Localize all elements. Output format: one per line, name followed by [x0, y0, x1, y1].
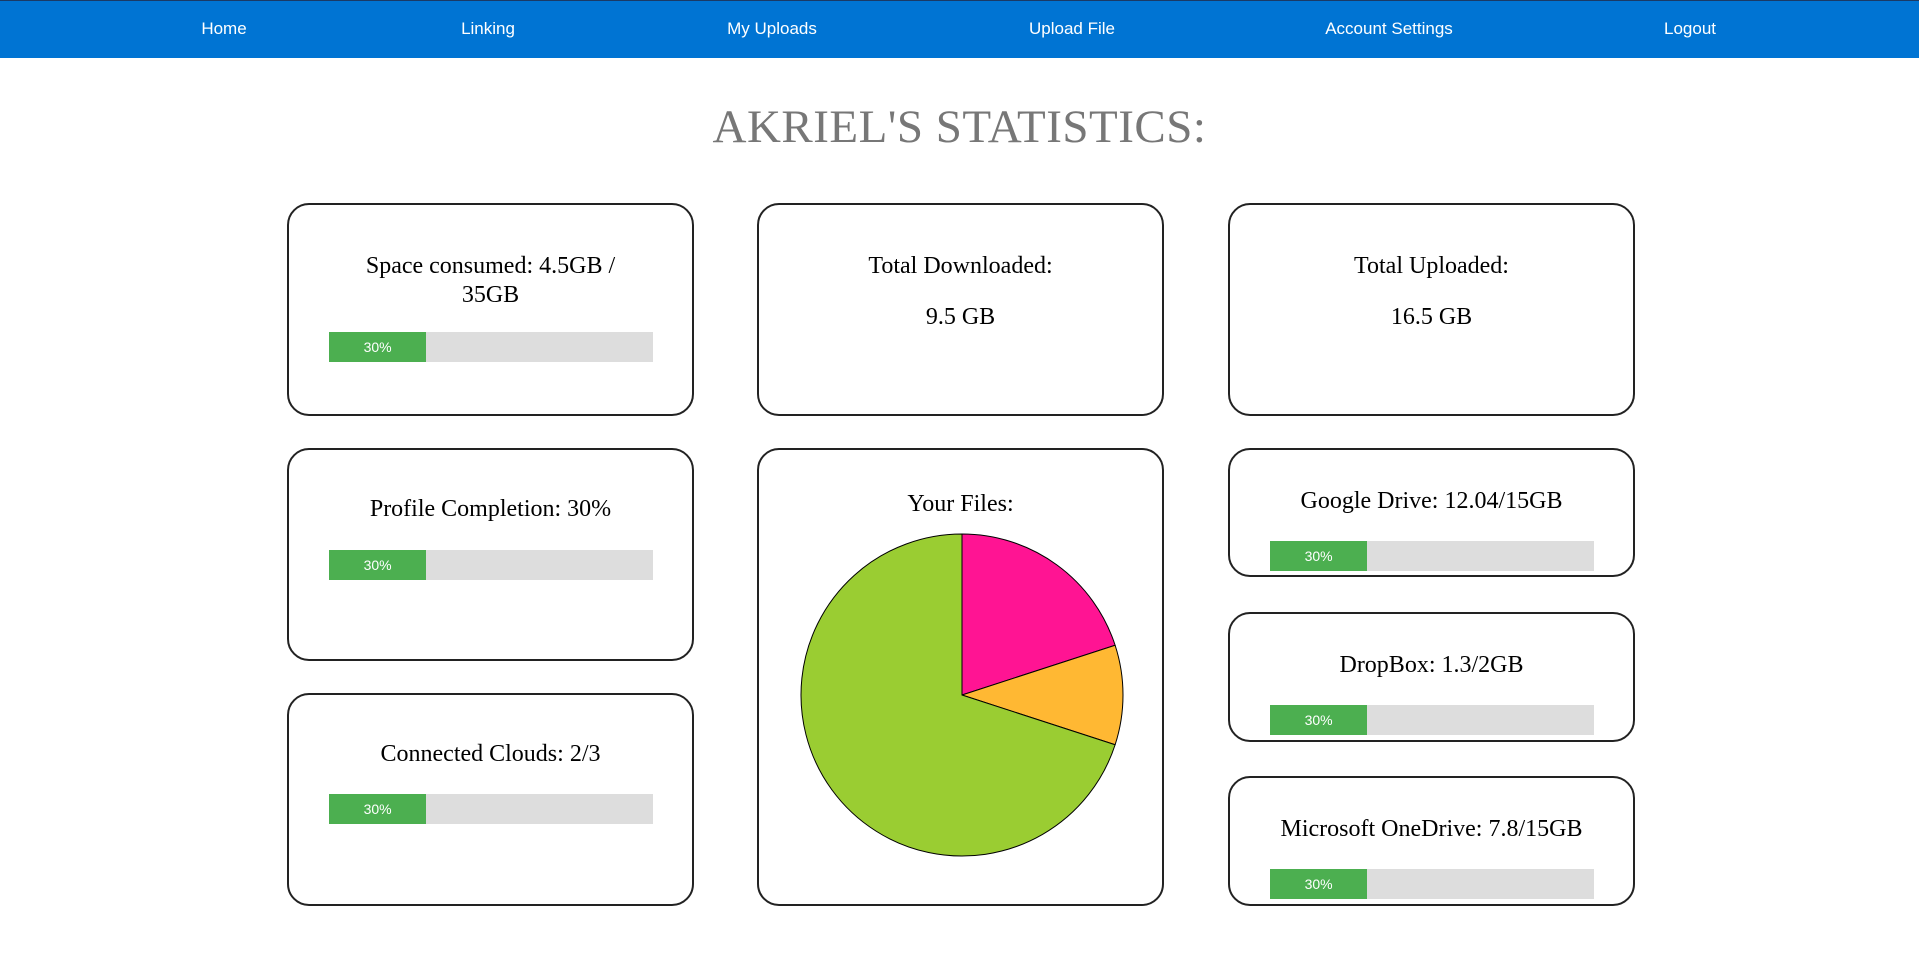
profile-completion-card: Profile Completion: 30% 30% [287, 448, 694, 661]
onedrive-progress-bar: 30% [1270, 869, 1594, 899]
space-progress-bar: 30% [329, 332, 653, 362]
google-drive-progress-bar: 30% [1270, 541, 1594, 571]
top-navbar: Home Linking My Uploads Upload File Acco… [0, 0, 1919, 58]
dropbox-progress-bar: 30% [1270, 705, 1594, 735]
nav-account-settings-link[interactable]: Account Settings [1325, 1, 1453, 59]
nav-my-uploads-link[interactable]: My Uploads [727, 1, 817, 59]
total-downloaded-card: Total Downloaded: 9.5 GB [757, 203, 1164, 416]
onedrive-progress-fill: 30% [1270, 869, 1368, 899]
dropbox-card: DropBox: 1.3/2GB 30% [1228, 612, 1635, 742]
total-uploaded-label: Total Uploaded: [1354, 253, 1509, 279]
dropbox-progress-fill: 30% [1270, 705, 1368, 735]
page-title: AKRIEL'S STATISTICS: [712, 101, 1207, 153]
nav-linking-link[interactable]: Linking [461, 1, 515, 59]
profile-progress-fill: 30% [329, 550, 427, 580]
nav-home-link[interactable]: Home [201, 1, 246, 59]
dropbox-label: DropBox: 1.3/2GB [1339, 652, 1524, 678]
total-downloaded-label: Total Downloaded: [868, 253, 1053, 279]
nav-logout-link[interactable]: Logout [1664, 1, 1716, 59]
your-files-label: Your Files: [907, 491, 1014, 517]
google-drive-progress-fill: 30% [1270, 541, 1368, 571]
onedrive-card: Microsoft OneDrive: 7.8/15GB 30% [1228, 776, 1635, 906]
profile-completion-label: Profile Completion: 30% [369, 496, 612, 522]
clouds-progress-bar: 30% [329, 794, 653, 824]
total-downloaded-value: 9.5 GB [925, 304, 996, 330]
google-drive-label: Google Drive: 12.04/15GB [1300, 488, 1563, 514]
space-consumed-label: Space consumed: 4.5GB / 35GB [365, 253, 616, 308]
total-uploaded-value: 16.5 GB [1390, 304, 1473, 330]
google-drive-card: Google Drive: 12.04/15GB 30% [1228, 448, 1635, 577]
your-files-card: Your Files: [757, 448, 1164, 906]
connected-clouds-label: Connected Clouds: 2/3 [380, 741, 601, 767]
profile-progress-bar: 30% [329, 550, 653, 580]
onedrive-label: Microsoft OneDrive: 7.8/15GB [1280, 816, 1583, 842]
nav-upload-file-link[interactable]: Upload File [1029, 1, 1115, 59]
space-progress-fill: 30% [329, 332, 427, 362]
space-consumed-card: Space consumed: 4.5GB / 35GB 30% [287, 203, 694, 416]
files-pie-chart [800, 533, 1124, 857]
clouds-progress-fill: 30% [329, 794, 427, 824]
total-uploaded-card: Total Uploaded: 16.5 GB [1228, 203, 1635, 416]
connected-clouds-card: Connected Clouds: 2/3 30% [287, 693, 694, 906]
